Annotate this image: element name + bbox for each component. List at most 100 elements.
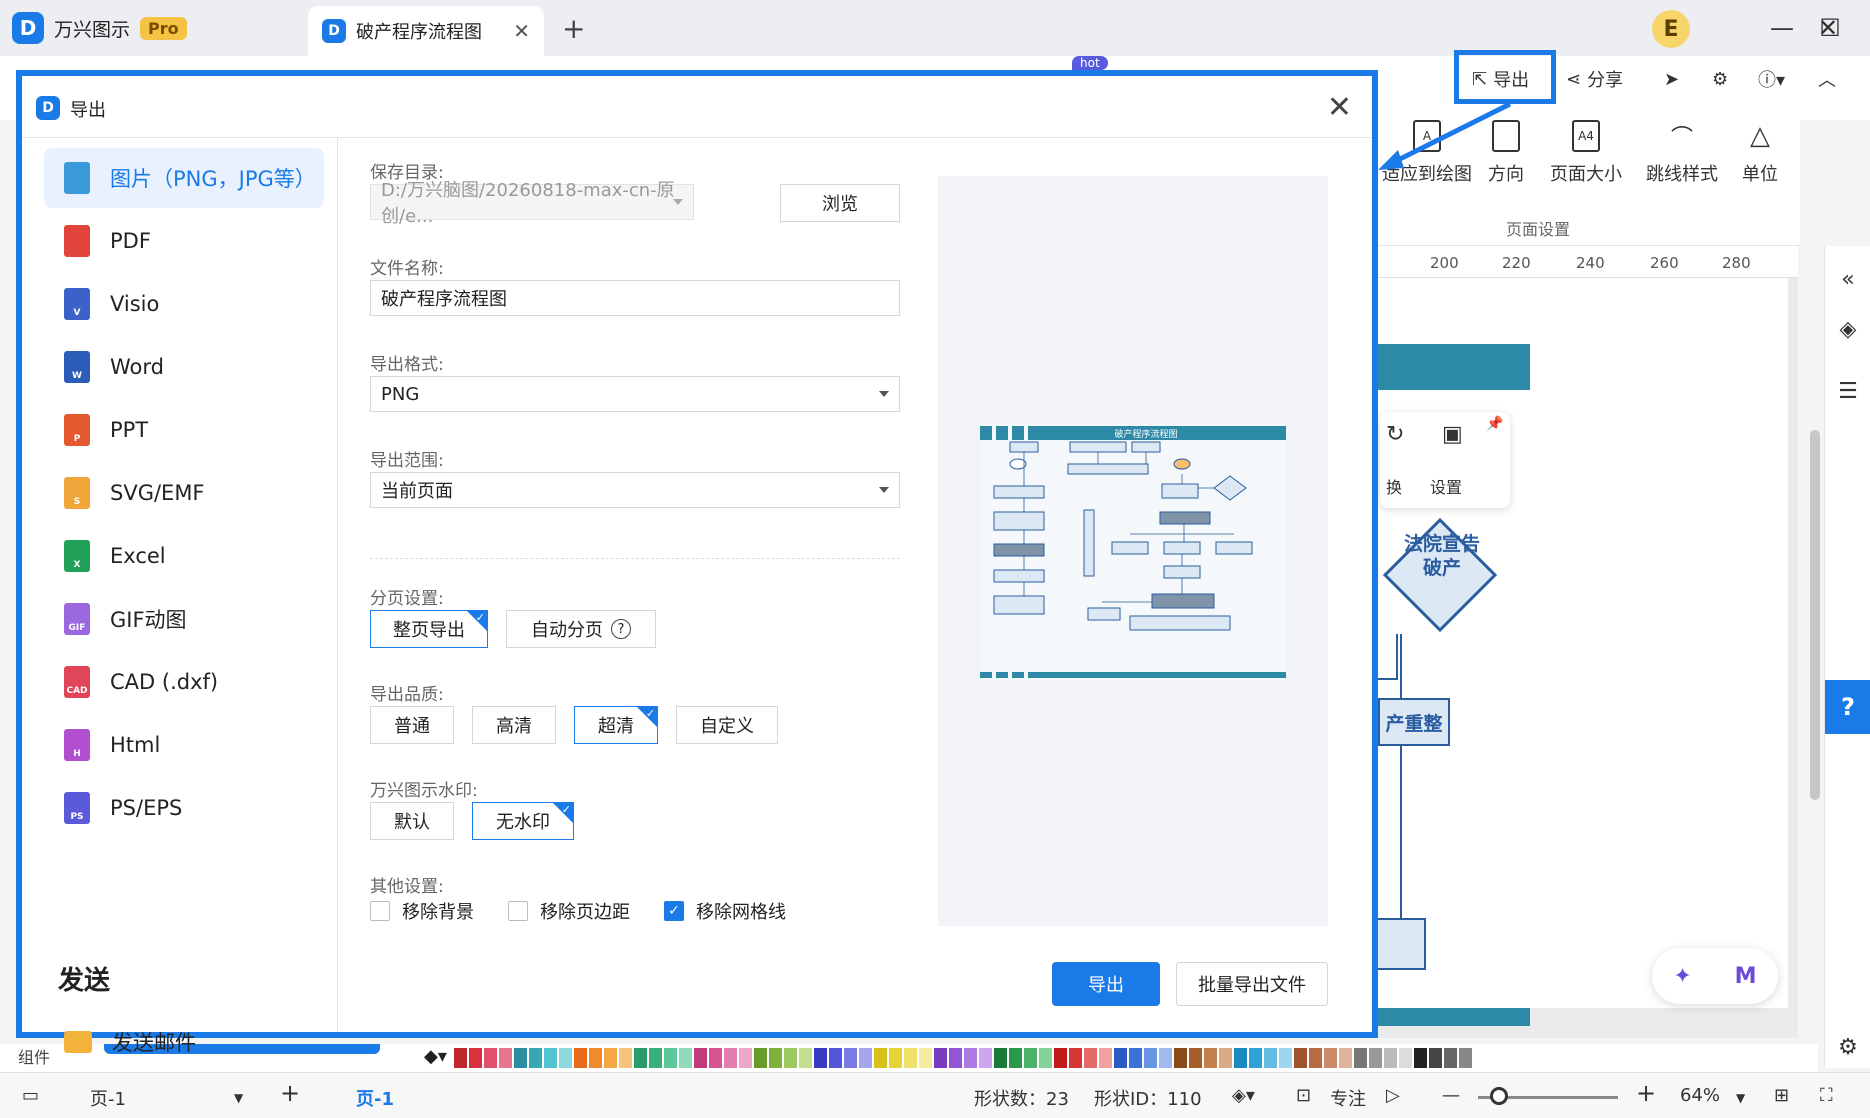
watermark-default-button[interactable]: 默认 — [370, 802, 454, 840]
zoom-level[interactable]: 64% — [1680, 1085, 1720, 1106]
shape-settings-icon[interactable]: ▣ — [1442, 422, 1463, 447]
color-swatch[interactable] — [634, 1048, 647, 1068]
color-swatch[interactable] — [1234, 1048, 1247, 1068]
collapse-ribbon-icon[interactable]: ︿ — [1818, 64, 1836, 94]
zoom-in-icon[interactable]: + — [1636, 1079, 1656, 1107]
color-swatch[interactable] — [1189, 1048, 1202, 1068]
color-swatch[interactable] — [709, 1048, 722, 1068]
color-swatch[interactable] — [1174, 1048, 1187, 1068]
document-tab[interactable]: D 破产程序流程图 ✕ — [308, 6, 544, 56]
color-swatch[interactable] — [469, 1048, 482, 1068]
color-swatch[interactable] — [739, 1048, 752, 1068]
close-tab-icon[interactable]: ✕ — [513, 19, 530, 43]
book-icon[interactable]: ⊞ — [1774, 1085, 1789, 1106]
page-layout-icon[interactable]: ▭ — [22, 1085, 39, 1106]
color-swatch[interactable] — [484, 1048, 497, 1068]
color-swatch[interactable] — [1399, 1048, 1412, 1068]
color-swatch[interactable] — [619, 1048, 632, 1068]
color-swatch[interactable] — [1324, 1048, 1337, 1068]
color-swatch[interactable] — [1159, 1048, 1172, 1068]
quality-custom-button[interactable]: 自定义 — [676, 706, 778, 744]
color-swatch[interactable] — [784, 1048, 797, 1068]
color-swatch[interactable] — [1294, 1048, 1307, 1068]
ai-m-icon[interactable]: M — [1735, 964, 1757, 989]
color-swatch[interactable] — [1114, 1048, 1127, 1068]
color-swatch[interactable] — [1099, 1048, 1112, 1068]
color-swatch[interactable] — [1144, 1048, 1157, 1068]
zoom-out-icon[interactable]: — — [1442, 1085, 1460, 1106]
watermark-none-button[interactable]: 无水印 ✓ — [472, 802, 574, 840]
zoom-slider-handle[interactable] — [1490, 1087, 1508, 1105]
dialog-close-icon[interactable]: ✕ — [1327, 90, 1352, 125]
chevron-down-icon[interactable]: ▼ — [234, 1091, 243, 1105]
send-plane-icon[interactable]: ➤ — [1664, 64, 1679, 94]
pin-icon[interactable]: 📌 — [1486, 416, 1503, 432]
fill-bucket-icon[interactable]: ◈ — [1833, 314, 1863, 344]
range-select[interactable]: 当前页面 — [370, 472, 900, 508]
format-item-html[interactable]: H Html — [44, 715, 324, 775]
color-swatch[interactable] — [1279, 1048, 1292, 1068]
batch-export-button[interactable]: 批量导出文件 — [1176, 962, 1328, 1006]
format-item-ps[interactable]: PS PS/EPS — [44, 778, 324, 838]
new-tab-button[interactable]: + — [562, 12, 585, 45]
minimize-icon[interactable]: — — [1762, 8, 1802, 48]
color-swatch[interactable] — [529, 1048, 542, 1068]
color-swatch[interactable] — [754, 1048, 767, 1068]
color-swatch[interactable] — [1219, 1048, 1232, 1068]
quality-hd-button[interactable]: 高清 — [472, 706, 556, 744]
help-active-icon[interactable]: ? — [1825, 680, 1870, 734]
paging-auto-button[interactable]: 自动分页 ? — [506, 610, 656, 648]
color-swatch[interactable] — [1339, 1048, 1352, 1068]
color-swatch[interactable] — [964, 1048, 977, 1068]
color-swatch[interactable] — [934, 1048, 947, 1068]
format-item-word[interactable]: W Word — [44, 337, 324, 397]
color-swatch[interactable] — [1309, 1048, 1322, 1068]
format-item-visio[interactable]: V Visio — [44, 274, 324, 334]
jump-line-button[interactable]: ⌒ 跳线样式 — [1646, 120, 1718, 186]
play-icon[interactable]: ▷ — [1386, 1085, 1400, 1106]
page-tab-active[interactable]: 页-1 — [356, 1085, 394, 1111]
page-select[interactable]: 页-1 — [90, 1085, 126, 1111]
page-size-button[interactable]: A4 页面大小 — [1550, 120, 1622, 186]
close-window-icon[interactable]: ✕ — [1808, 8, 1848, 48]
quality-normal-button[interactable]: 普通 — [370, 706, 454, 744]
color-swatch[interactable] — [904, 1048, 917, 1068]
color-swatch[interactable] — [1444, 1048, 1457, 1068]
color-swatch[interactable] — [694, 1048, 707, 1068]
share-button[interactable]: ⋖ 分享 — [1566, 64, 1623, 94]
send-email-item[interactable]: 发送邮件 — [44, 1012, 324, 1072]
color-swatch[interactable] — [1039, 1048, 1052, 1068]
export-confirm-button[interactable]: 导出 — [1052, 962, 1160, 1006]
color-swatch[interactable] — [994, 1048, 1007, 1068]
color-swatch[interactable] — [1369, 1048, 1382, 1068]
color-swatch[interactable] — [1204, 1048, 1217, 1068]
color-swatch[interactable] — [1129, 1048, 1142, 1068]
zoom-chevron-icon[interactable]: ▼ — [1736, 1091, 1745, 1105]
color-swatch[interactable] — [1084, 1048, 1097, 1068]
color-swatch[interactable] — [1429, 1048, 1442, 1068]
color-swatch[interactable] — [1264, 1048, 1277, 1068]
document-list-icon[interactable]: ☰ — [1833, 376, 1863, 406]
color-swatch[interactable] — [1354, 1048, 1367, 1068]
unit-button[interactable]: △ 单位 — [1742, 120, 1778, 186]
help-circle-icon[interactable]: ? — [611, 619, 631, 639]
collapse-left-icon[interactable]: « — [1833, 264, 1863, 294]
quality-uhd-button[interactable]: 超清 ✓ — [574, 706, 658, 744]
color-swatch[interactable] — [1069, 1048, 1082, 1068]
remove-background-checkbox[interactable]: 移除背景 — [370, 898, 474, 924]
color-swatch[interactable] — [454, 1048, 467, 1068]
color-swatch[interactable] — [649, 1048, 662, 1068]
focus-label[interactable]: 专注 — [1330, 1085, 1366, 1111]
format-item-svg[interactable]: S SVG/EMF — [44, 463, 324, 523]
color-swatch[interactable] — [874, 1048, 887, 1068]
format-item-excel[interactable]: X Excel — [44, 526, 324, 586]
vertical-scrollbar[interactable] — [1810, 430, 1820, 800]
user-avatar[interactable]: E — [1652, 10, 1690, 48]
color-swatch[interactable] — [664, 1048, 677, 1068]
paging-full-button[interactable]: 整页导出 ✓ — [370, 610, 488, 648]
color-swatch[interactable] — [589, 1048, 602, 1068]
color-swatch[interactable] — [799, 1048, 812, 1068]
color-swatch[interactable] — [544, 1048, 557, 1068]
color-swatch[interactable] — [1414, 1048, 1427, 1068]
help-icon[interactable]: ⓘ▾ — [1758, 64, 1785, 94]
